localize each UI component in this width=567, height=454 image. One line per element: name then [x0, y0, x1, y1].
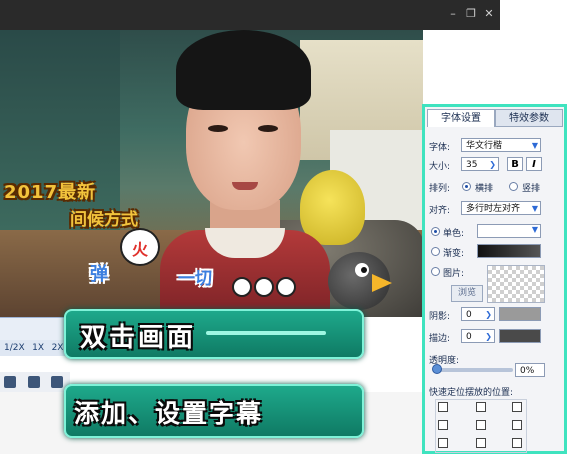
position-center[interactable]	[476, 420, 486, 430]
shadow-value: 0	[466, 310, 472, 320]
size-select[interactable]: 35 ❯	[461, 157, 499, 171]
gradient-radio[interactable]	[431, 247, 440, 256]
position-label: 快速定位摆放的位置:	[429, 388, 514, 398]
ellipsis-dot-3	[276, 277, 296, 297]
gradient-picker[interactable]	[477, 244, 541, 258]
speed-2x[interactable]: 2X	[52, 343, 64, 353]
browse-button[interactable]: 浏览	[451, 285, 483, 302]
chevron-right-icon: ❯	[489, 160, 496, 169]
export-icon[interactable]	[51, 376, 63, 388]
speed-half[interactable]: 1/2X	[4, 343, 25, 353]
image-radio[interactable]	[431, 267, 440, 276]
solid-color-picker[interactable]: ▼	[477, 224, 541, 238]
horizontal-radio[interactable]	[462, 182, 471, 191]
panel-tabs: 字体设置 特效参数	[425, 107, 564, 127]
opacity-value-box[interactable]: 0%	[515, 363, 545, 377]
person-eye-right	[258, 125, 278, 132]
ellipsis-dot-2	[254, 277, 274, 297]
layout-label: 排列:	[429, 184, 451, 194]
image-label: 图片:	[443, 269, 465, 279]
solid-color-label: 单色:	[443, 229, 465, 239]
size-label: 大小:	[429, 162, 451, 172]
stroke-value: 0	[466, 332, 472, 342]
stroke-color-picker[interactable]	[499, 329, 541, 343]
instruction-banner-top: 双击画面	[64, 309, 364, 359]
angry-bubble: 火	[120, 228, 160, 266]
speed-1x[interactable]: 1X	[32, 343, 44, 353]
subtitle-settings-panel: 字体设置 特效参数 字体: 华文行楷 ▼ 大小: 35 ❯ B I 排列: 横排 竖…	[422, 104, 567, 454]
cartoon-bird-eye	[355, 263, 369, 277]
tab-font-settings[interactable]: 字体设置	[427, 109, 495, 127]
toolbar	[0, 372, 70, 392]
stroke-select[interactable]: 0 ❯	[461, 329, 495, 343]
window-titlebar: – ❐ ✕	[0, 0, 500, 30]
position-bottom-center[interactable]	[476, 438, 486, 448]
align-value: 多行时左对齐	[466, 204, 521, 214]
chevron-down-icon: ▼	[531, 225, 538, 234]
chevron-down-icon: ▼	[531, 204, 538, 213]
overlay-text-line2: 间候方式	[70, 210, 138, 230]
chevron-right-icon: ❯	[485, 332, 492, 341]
horizontal-label: 横排	[475, 184, 494, 194]
playback-speed-bar: 1/2X 1X 2X	[0, 340, 70, 356]
overlay-text-right: 一切	[178, 269, 212, 289]
font-select[interactable]: 华文行楷 ▼	[461, 138, 541, 152]
align-label: 对齐:	[429, 206, 451, 216]
banner-decoration	[206, 331, 326, 335]
instruction-banner-bottom: 添加、设置字幕	[64, 384, 364, 438]
tab-effect-params[interactable]: 特效参数	[495, 109, 563, 127]
shadow-select[interactable]: 0 ❯	[461, 307, 495, 321]
italic-button[interactable]: I	[526, 157, 542, 171]
vertical-radio[interactable]	[509, 182, 518, 191]
restore-icon[interactable]: ❐	[465, 8, 477, 20]
position-middle-left[interactable]	[438, 420, 448, 430]
image-preview[interactable]	[487, 265, 545, 303]
video-preview[interactable]: 2017最新 间候方式 火 弹 一切	[0, 30, 423, 317]
stroke-label: 描边:	[429, 334, 451, 344]
align-select[interactable]: 多行时左对齐 ▼	[461, 201, 541, 215]
chevron-right-icon: ❯	[485, 310, 492, 319]
chevron-down-icon: ▼	[531, 141, 538, 150]
opacity-value: 0%	[520, 366, 535, 376]
bubble-text: 火	[131, 240, 148, 259]
close-icon[interactable]: ✕	[483, 8, 495, 20]
bold-button[interactable]: B	[507, 157, 523, 171]
ellipsis-dot-1	[232, 277, 252, 297]
cartoon-bird-beak	[372, 274, 392, 292]
opacity-slider-handle[interactable]	[432, 364, 442, 374]
position-bottom-right[interactable]	[512, 438, 522, 448]
person-eye-left	[208, 125, 228, 132]
overlay-text-left: 弹	[90, 264, 108, 285]
solid-color-radio[interactable]	[431, 227, 440, 236]
overlay-text-line1: 2017最新	[4, 182, 97, 203]
position-bottom-left[interactable]	[438, 438, 448, 448]
folder-icon[interactable]	[27, 376, 40, 388]
opacity-slider[interactable]	[433, 368, 513, 372]
person-mouth	[232, 182, 258, 190]
yellow-plush-toy	[300, 170, 365, 245]
vertical-label: 竖排	[522, 184, 541, 194]
gradient-label: 渐变:	[443, 249, 465, 259]
person-hair	[176, 30, 311, 110]
save-icon[interactable]	[4, 376, 16, 388]
shadow-color-picker[interactable]	[499, 307, 541, 321]
font-label: 字体:	[429, 143, 451, 153]
position-middle-right[interactable]	[512, 420, 522, 430]
position-grid	[435, 399, 527, 453]
font-value: 华文行楷	[466, 141, 503, 151]
banner-top-text: 双击画面	[80, 323, 197, 353]
minimize-icon[interactable]: –	[447, 8, 459, 20]
shadow-label: 阴影:	[429, 312, 451, 322]
position-top-right[interactable]	[512, 402, 522, 412]
banner-bottom-text: 添加、设置字幕	[74, 399, 264, 428]
position-top-left[interactable]	[438, 402, 448, 412]
position-top-center[interactable]	[476, 402, 486, 412]
size-value: 35	[466, 160, 478, 170]
